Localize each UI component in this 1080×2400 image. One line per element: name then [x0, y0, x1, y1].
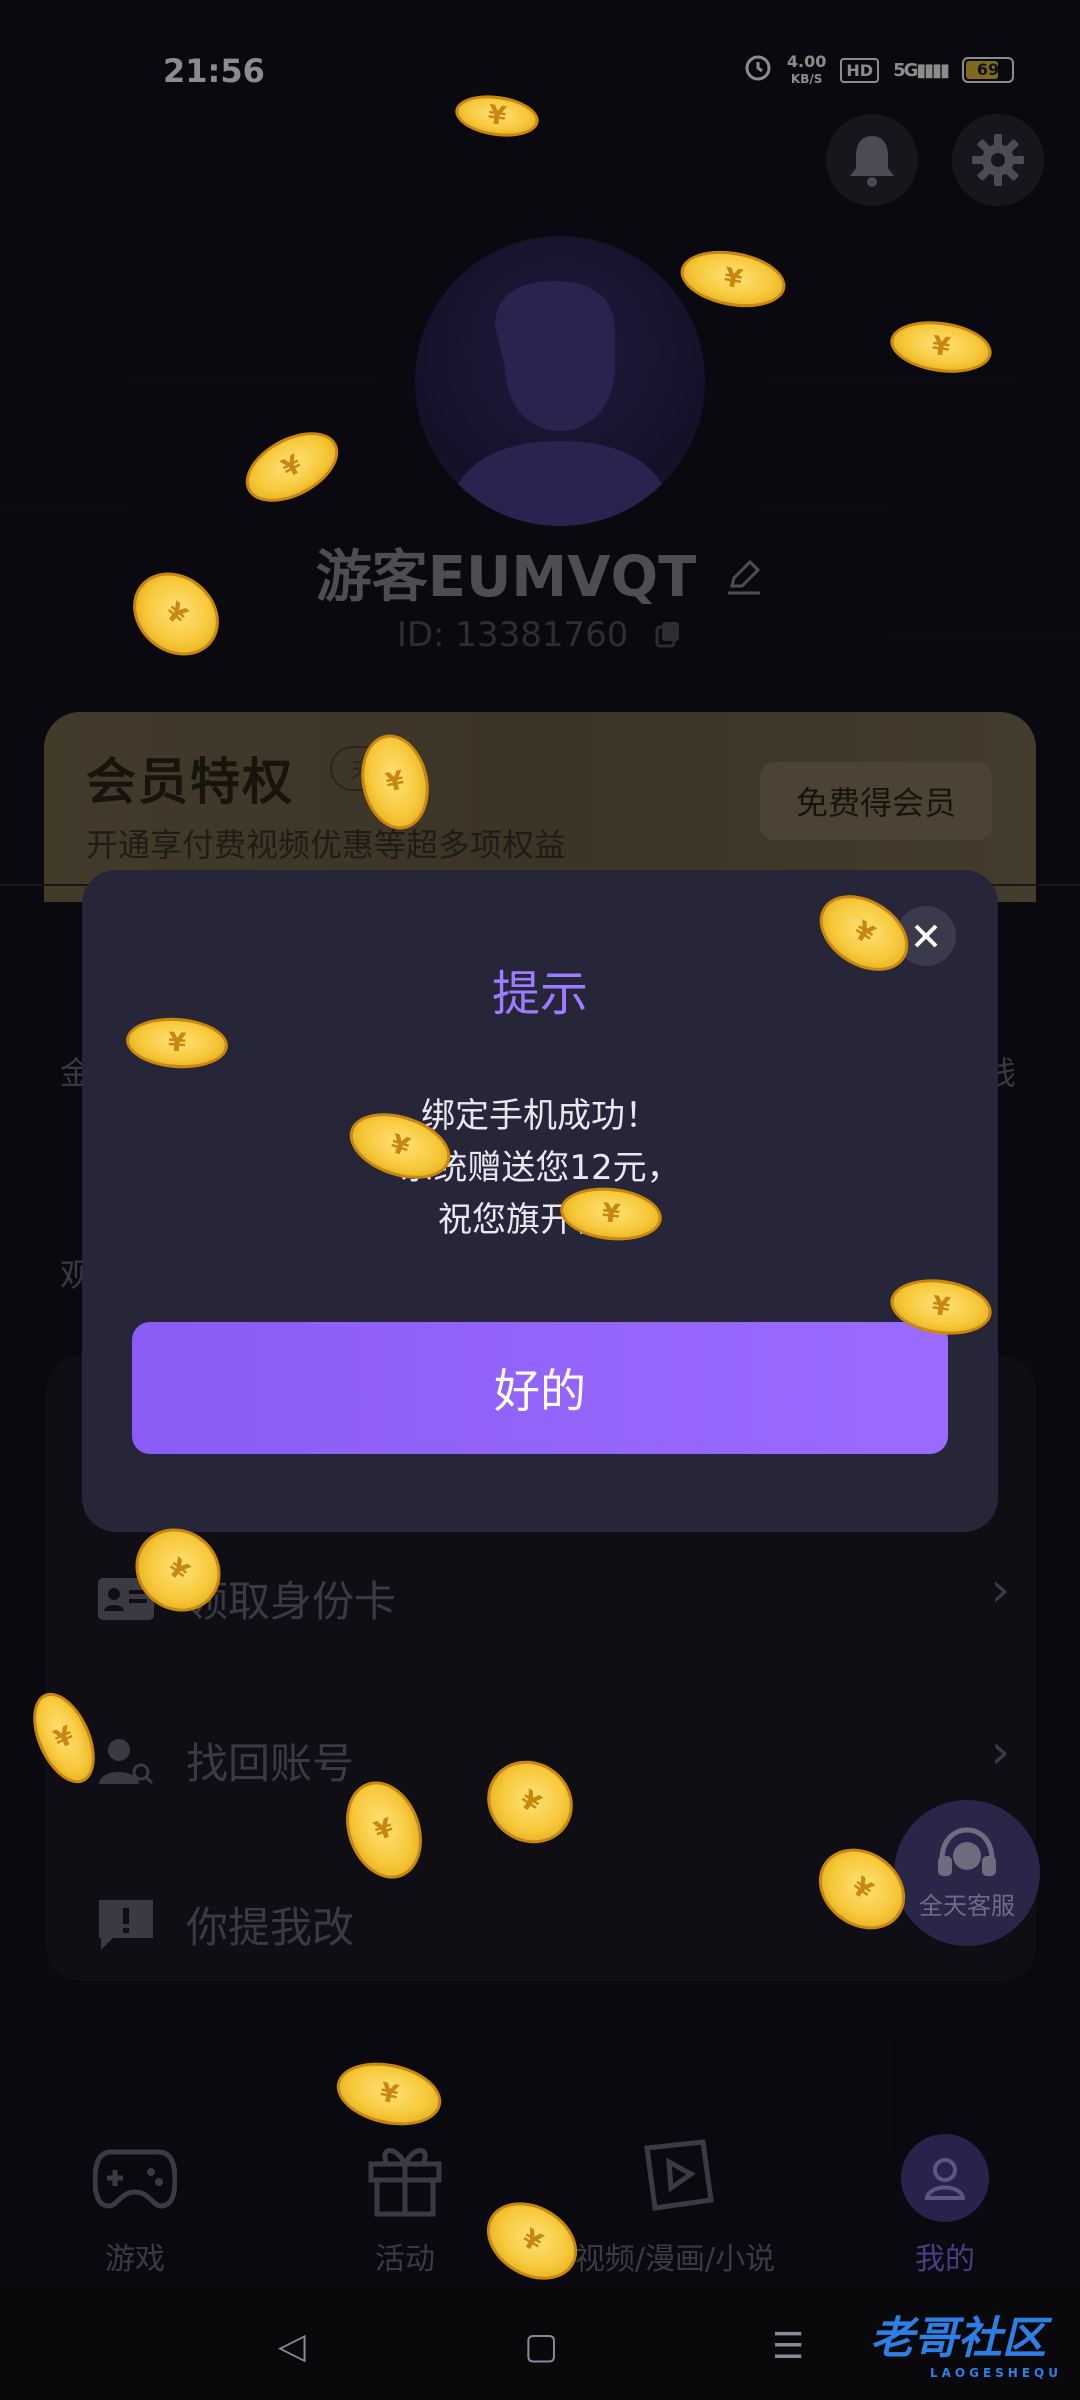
- dialog-message: 绑定手机成功！ 系统赠送您12元， 祝您旗开得胜: [82, 1090, 998, 1246]
- alert-dialog: 提示 绑定手机成功！ 系统赠送您12元， 祝您旗开得胜 好的: [82, 870, 998, 1532]
- dialog-message-line: 祝您旗开得胜: [438, 1200, 642, 1240]
- dialog-message-line: 绑定手机成功！: [421, 1096, 659, 1136]
- close-icon: [914, 924, 938, 948]
- home-icon[interactable]: ▢: [524, 2326, 558, 2367]
- watermark-logo: 老哥社区 LAOGESHEQU: [870, 2302, 1062, 2380]
- dialog-message-line: 系统赠送您12元，: [399, 1148, 681, 1188]
- recents-icon[interactable]: ☰: [772, 2326, 804, 2367]
- watermark-text: 老哥社区: [869, 2313, 1046, 2364]
- ok-button[interactable]: 好的: [132, 1322, 948, 1454]
- back-icon[interactable]: ◁: [278, 2326, 306, 2367]
- watermark-subtext: LAOGESHEQU: [929, 2366, 1062, 2380]
